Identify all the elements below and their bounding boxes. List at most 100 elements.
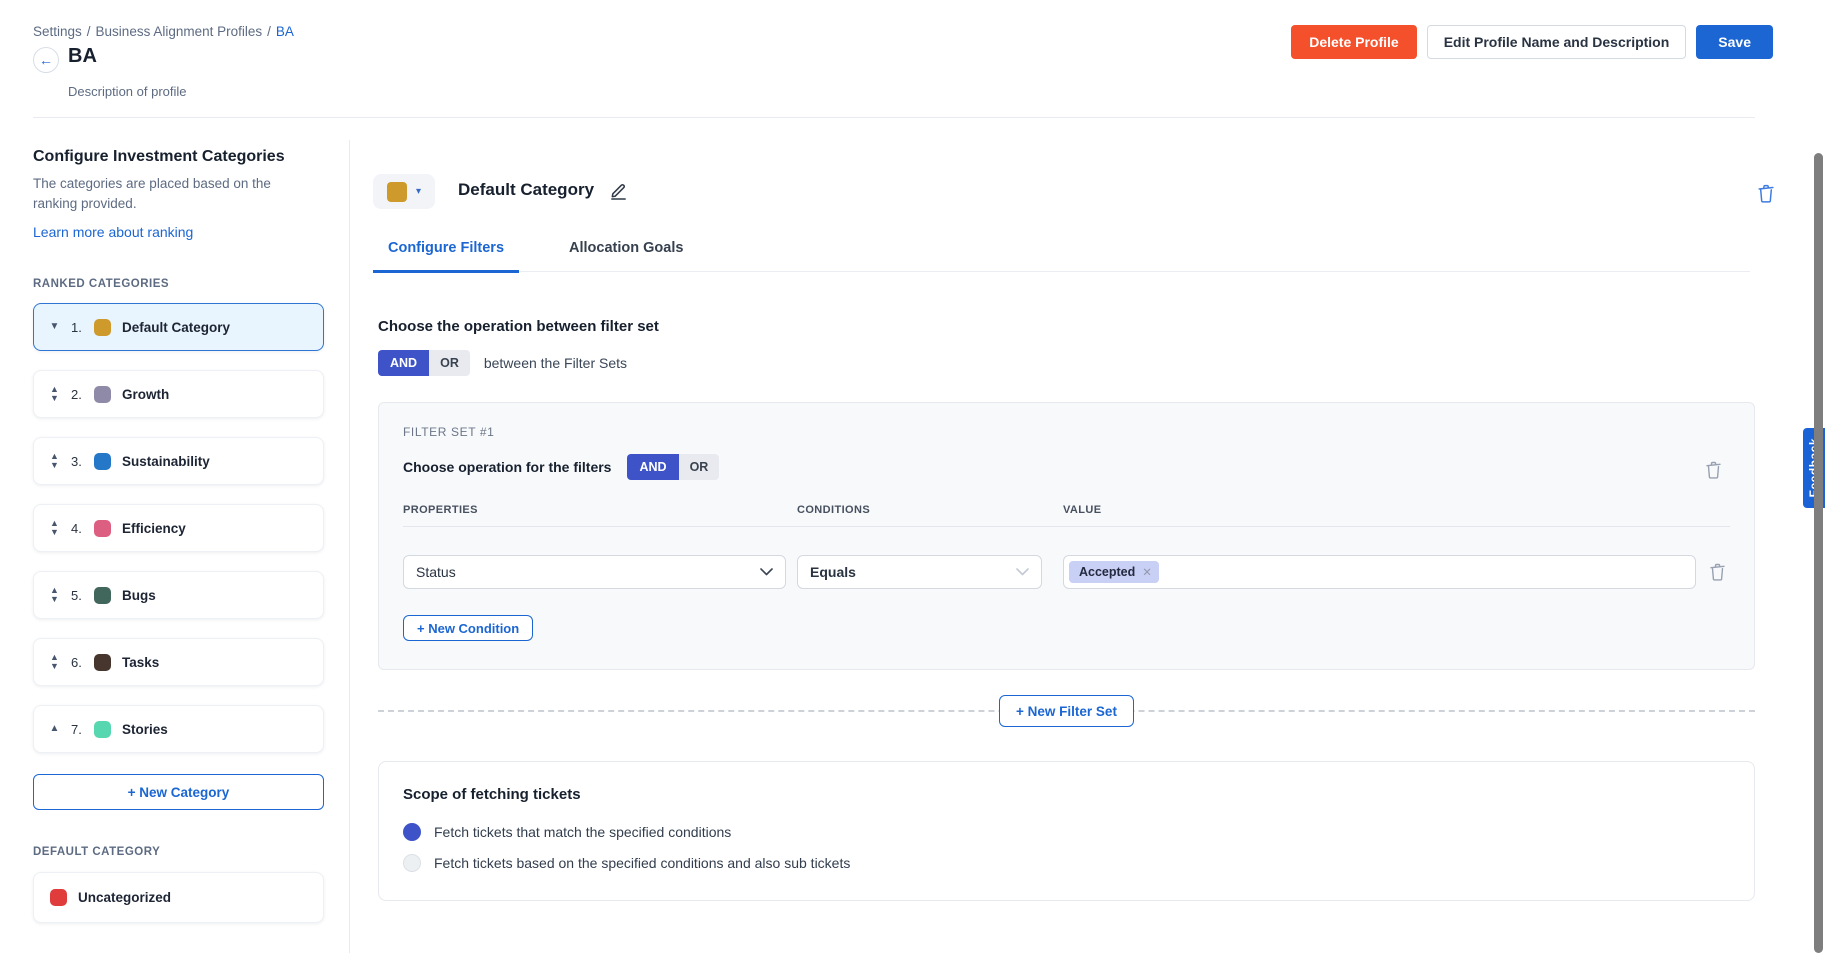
new-condition-button[interactable]: + New Condition bbox=[403, 615, 533, 641]
category-color-picker[interactable]: ▾ bbox=[373, 174, 435, 209]
and-or-toggle: AND OR bbox=[378, 350, 470, 376]
reorder-handle[interactable]: ▲▼ bbox=[47, 452, 62, 471]
new-category-button[interactable]: + New Category bbox=[33, 774, 324, 810]
sidebar: Configure Investment Categories The cate… bbox=[33, 118, 324, 923]
chevron-down-icon bbox=[1016, 568, 1029, 576]
configure-filters-panel: Choose the operation between filter set … bbox=[378, 318, 1755, 901]
delete-profile-button[interactable]: Delete Profile bbox=[1291, 25, 1416, 59]
category-rank: 2. bbox=[71, 387, 87, 402]
reorder-handle[interactable]: ▲ bbox=[47, 724, 62, 735]
new-filter-set-row: + New Filter Set bbox=[378, 695, 1755, 727]
scope-option-sub-tickets[interactable]: Fetch tickets based on the specified con… bbox=[403, 854, 1730, 872]
radio-unselected-icon[interactable] bbox=[403, 854, 421, 872]
properties-column-header: PROPERTIES bbox=[403, 504, 797, 516]
category-name: Sustainability bbox=[122, 454, 210, 469]
reorder-handle[interactable]: ▲▼ bbox=[47, 385, 62, 404]
sidebar-item-tasks[interactable]: ▲▼ 6. Tasks bbox=[33, 638, 324, 686]
category-color-dot bbox=[94, 721, 111, 738]
chevron-down-icon: ▾ bbox=[416, 187, 421, 197]
category-color-dot bbox=[94, 386, 111, 403]
move-down-icon[interactable]: ▼ bbox=[50, 394, 59, 403]
filters-operation-label: Choose operation for the filters bbox=[403, 459, 611, 475]
and-toggle-option[interactable]: AND bbox=[627, 454, 678, 480]
category-name: Bugs bbox=[122, 588, 156, 603]
category-name: Stories bbox=[122, 722, 168, 737]
property-select[interactable]: Status bbox=[403, 555, 786, 589]
move-down-icon[interactable]: ▼ bbox=[50, 461, 59, 470]
move-down-icon[interactable]: ▼ bbox=[50, 528, 59, 537]
sidebar-divider bbox=[349, 140, 350, 953]
sidebar-item-efficiency[interactable]: ▲▼ 4. Efficiency bbox=[33, 504, 324, 552]
sidebar-item-stories[interactable]: ▲ 7. Stories bbox=[33, 705, 324, 753]
reorder-handle[interactable]: ▲▼ bbox=[47, 519, 62, 538]
breadcrumb-settings[interactable]: Settings bbox=[33, 24, 82, 39]
sidebar-item-sustainability[interactable]: ▲▼ 3. Sustainability bbox=[33, 437, 324, 485]
chevron-down-icon bbox=[760, 568, 773, 576]
vertical-scrollbar[interactable] bbox=[1814, 153, 1823, 953]
category-rank: 3. bbox=[71, 454, 87, 469]
filters-operation-row: Choose operation for the filters AND OR bbox=[403, 454, 1730, 480]
and-or-toggle: AND OR bbox=[627, 454, 719, 480]
move-up-icon[interactable]: ▲ bbox=[50, 724, 60, 735]
or-toggle-option[interactable]: OR bbox=[679, 454, 720, 480]
and-toggle-option[interactable]: AND bbox=[378, 350, 429, 376]
back-arrow-icon: ← bbox=[39, 52, 53, 68]
sidebar-item-bugs[interactable]: ▲▼ 5. Bugs bbox=[33, 571, 324, 619]
scope-option-match-conditions[interactable]: Fetch tickets that match the specified c… bbox=[403, 823, 1730, 841]
filter-set-card: FILTER SET #1 Choose operation for the f… bbox=[378, 402, 1755, 670]
tab-configure-filters[interactable]: Configure Filters bbox=[373, 240, 519, 273]
filter-sets-suffix-text: between the Filter Sets bbox=[484, 355, 627, 371]
category-name: Default Category bbox=[122, 320, 230, 335]
remove-tag-icon[interactable]: ✕ bbox=[1142, 565, 1152, 579]
breadcrumb: Settings/Business Alignment Profiles/BA bbox=[33, 24, 294, 39]
learn-more-link[interactable]: Learn more about ranking bbox=[33, 224, 193, 240]
reorder-handle[interactable]: ▼ bbox=[47, 322, 62, 333]
radio-selected-icon[interactable] bbox=[403, 823, 421, 841]
scope-card: Scope of fetching tickets Fetch tickets … bbox=[378, 761, 1755, 901]
ranked-categories-label: RANKED CATEGORIES bbox=[33, 278, 324, 290]
move-down-icon[interactable]: ▼ bbox=[50, 322, 60, 333]
sidebar-subheading: The categories are placed based on the r… bbox=[33, 174, 283, 213]
sidebar-item-growth[interactable]: ▲▼ 2. Growth bbox=[33, 370, 324, 418]
trash-icon bbox=[1705, 461, 1722, 479]
category-color-dot bbox=[94, 319, 111, 336]
delete-condition-button[interactable] bbox=[1709, 563, 1726, 581]
filter-set-operation-row: AND OR between the Filter Sets bbox=[378, 350, 1755, 376]
move-down-icon[interactable]: ▼ bbox=[50, 662, 59, 671]
tab-allocation-goals[interactable]: Allocation Goals bbox=[554, 240, 698, 273]
reorder-handle[interactable]: ▲▼ bbox=[47, 653, 62, 672]
back-button[interactable]: ← bbox=[33, 47, 59, 73]
breadcrumb-separator: / bbox=[267, 24, 271, 39]
new-filter-set-button[interactable]: + New Filter Set bbox=[999, 695, 1134, 727]
condition-select-value: Equals bbox=[810, 564, 856, 580]
category-rank: 6. bbox=[71, 655, 87, 670]
sidebar-heading: Configure Investment Categories bbox=[33, 148, 324, 166]
default-category-label: DEFAULT CATEGORY bbox=[33, 846, 324, 858]
value-multiselect-input[interactable]: Accepted ✕ bbox=[1063, 555, 1696, 589]
trash-icon bbox=[1757, 184, 1775, 203]
category-title: Default Category bbox=[458, 180, 594, 200]
scope-option-label: Fetch tickets based on the specified con… bbox=[434, 855, 850, 871]
property-select-value: Status bbox=[416, 564, 456, 580]
sidebar-item-uncategorized[interactable]: Uncategorized bbox=[33, 872, 324, 923]
condition-select[interactable]: Equals bbox=[797, 555, 1042, 589]
save-button[interactable]: Save bbox=[1696, 25, 1773, 59]
category-name: Tasks bbox=[122, 655, 159, 670]
filter-condition-row: Status Equals Accepted ✕ bbox=[403, 555, 1730, 589]
edit-profile-button[interactable]: Edit Profile Name and Description bbox=[1427, 25, 1687, 59]
delete-filter-set-button[interactable] bbox=[1705, 461, 1722, 479]
category-rank: 7. bbox=[71, 722, 87, 737]
scope-heading: Scope of fetching tickets bbox=[403, 786, 1730, 803]
profile-description: Description of profile bbox=[68, 84, 187, 99]
sidebar-item-default-category[interactable]: ▼ 1. Default Category bbox=[33, 303, 324, 351]
move-down-icon[interactable]: ▼ bbox=[50, 595, 59, 604]
edit-category-name-button[interactable] bbox=[609, 181, 628, 200]
or-toggle-option[interactable]: OR bbox=[429, 350, 470, 376]
category-rank: 1. bbox=[71, 320, 87, 335]
pencil-icon bbox=[609, 181, 628, 200]
color-swatch bbox=[387, 182, 407, 202]
scope-options: Fetch tickets that match the specified c… bbox=[403, 823, 1730, 872]
delete-category-button[interactable] bbox=[1757, 184, 1775, 206]
reorder-handle[interactable]: ▲▼ bbox=[47, 586, 62, 605]
breadcrumb-profiles[interactable]: Business Alignment Profiles bbox=[96, 24, 263, 39]
